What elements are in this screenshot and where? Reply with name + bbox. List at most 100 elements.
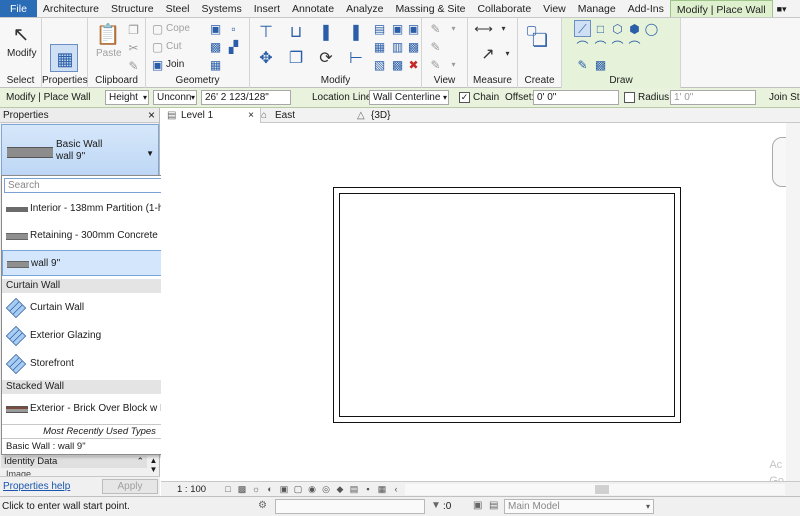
match-type-icon[interactable]: ✎ [126, 58, 141, 73]
radius-checkbox[interactable] [624, 92, 635, 103]
circle-icon[interactable]: ◯ [644, 21, 659, 36]
hide-dropdown-icon[interactable]: ▾ [446, 57, 461, 72]
aligned-dimension-icon[interactable]: ↗ [474, 40, 502, 68]
scale-icon[interactable]: ▥ [390, 39, 405, 54]
inscribed-polygon-icon[interactable]: ⬡ [610, 21, 625, 36]
join-geometry-button[interactable]: Join [166, 59, 184, 70]
center-ends-arc-icon[interactable]: ⌒ [593, 39, 608, 54]
apply-button[interactable]: Apply [102, 479, 158, 494]
tab-insert[interactable]: Insert [248, 0, 286, 17]
cope-icon[interactable]: ▢ [150, 21, 165, 36]
view-tab-east[interactable]: ⌂ East [255, 108, 345, 123]
copy-icon[interactable]: ❐ [126, 22, 141, 37]
tab-add-ins[interactable]: Add-Ins [622, 0, 670, 17]
sun-path-icon[interactable]: ☼ [251, 483, 261, 495]
collapse-icon[interactable]: ⌃ [136, 455, 144, 467]
properties-scroll-icon[interactable]: ▲ ▼ [148, 456, 159, 476]
wall-joins-icon[interactable]: ▣ [208, 21, 223, 36]
filter-icon[interactable]: ▼ [431, 500, 441, 511]
scroll-left-icon[interactable]: ‹ [391, 483, 401, 495]
mirror-axis-icon[interactable]: ❚ [312, 18, 340, 46]
view-scale[interactable]: 1 : 100 [177, 484, 206, 495]
type-item-exterior-glazing[interactable]: Exterior Glazing [2, 323, 186, 349]
array-icon[interactable]: ▦ [372, 39, 387, 54]
editable-only-icon[interactable]: ▣ [473, 500, 482, 511]
active-model-select[interactable]: Main Model ▾ [504, 499, 654, 514]
rotate-icon[interactable]: ⟳ [312, 44, 340, 72]
height-mode-select[interactable]: Height ▾ [105, 90, 149, 105]
override-dropdown-icon[interactable]: ▾ [446, 21, 461, 36]
close-icon[interactable]: × [148, 108, 155, 122]
tab-collaborate[interactable]: Collaborate [471, 0, 537, 17]
tab-steel[interactable]: Steel [160, 0, 196, 17]
tab-modify-place-wall[interactable]: Modify | Place Wall [669, 0, 773, 17]
offset-icon[interactable]: ⊔ [282, 18, 310, 46]
mirror-draw-icon[interactable]: ❚ [342, 18, 370, 46]
scroll-thumb[interactable] [595, 485, 609, 494]
close-icon[interactable]: × [248, 108, 254, 123]
measure-between-icon[interactable]: ⟷ [474, 21, 493, 36]
join-geometry-icon[interactable]: ▣ [150, 57, 165, 72]
hide-in-view-icon[interactable]: ✎ [428, 57, 443, 72]
analytical-model-icon[interactable]: ◆ [335, 483, 345, 495]
linework-icon[interactable]: ✎ [428, 39, 443, 54]
beam-joins-icon[interactable]: ▦ [208, 57, 223, 72]
tab-architecture[interactable]: Architecture [37, 0, 105, 17]
identity-data-section[interactable]: Identity Data ⌃ [1, 456, 147, 468]
type-selector[interactable]: Basic Wall wall 9" ▼ [1, 124, 159, 180]
start-end-arc-icon[interactable]: ⌒ [575, 39, 590, 54]
ribbon-options-dropdown-icon[interactable]: ■▾ [773, 0, 791, 17]
rectangle-icon[interactable]: □ [593, 21, 608, 36]
cope-button[interactable]: Cope [166, 23, 190, 34]
visual-style-icon[interactable]: ▩ [237, 483, 247, 495]
create-similar-icon[interactable]: ▢ [524, 22, 539, 37]
canvas-vertical-scrollbar[interactable] [786, 123, 800, 481]
offset-input[interactable]: 0' 0" [533, 90, 619, 105]
tab-view[interactable]: View [537, 0, 572, 17]
canvas-horizontal-scrollbar[interactable] [405, 484, 785, 495]
paint-icon[interactable]: ▩ [208, 39, 223, 54]
tab-analyze[interactable]: Analyze [340, 0, 389, 17]
type-item-wall-9[interactable]: wall 9" [2, 250, 186, 276]
view-tab-3d[interactable]: △ {3D} [351, 108, 431, 123]
highlight-displacement-icon[interactable]: ▤ [349, 483, 359, 495]
wall-outer-line[interactable] [333, 187, 681, 423]
demolish-icon[interactable]: ▞ [226, 39, 241, 54]
type-item-exterior-brick[interactable]: Exterior - Brick Over Block w Metal Stud [2, 396, 197, 422]
type-item-storefront[interactable]: Storefront [2, 351, 186, 377]
dimension-dropdown-icon[interactable]: ▾ [500, 46, 515, 61]
cut-icon[interactable]: ✂ [126, 40, 141, 55]
location-line-select[interactable]: Wall Centerline ▾ [369, 90, 449, 105]
properties-help-link[interactable]: Properties help [3, 481, 70, 492]
paste-icon[interactable]: 📋 [94, 20, 122, 48]
crop-view-icon[interactable]: ▣ [279, 483, 289, 495]
type-item-retaining-concrete[interactable]: Retaining - 300mm Concrete [2, 223, 186, 249]
move-icon[interactable]: ✥ [252, 44, 280, 72]
tab-systems[interactable]: Systems [196, 0, 248, 17]
unpin-icon[interactable]: ▣ [406, 21, 421, 36]
shadows-icon[interactable]: ◐ [265, 483, 275, 495]
trim-single-icon[interactable]: ▩ [406, 39, 421, 54]
chain-checkbox[interactable]: ✓ [459, 92, 470, 103]
fillet-arc-icon[interactable]: ⌒ [627, 39, 642, 54]
wall-inner-line[interactable] [339, 193, 675, 417]
paste-button[interactable]: Paste [96, 48, 122, 59]
chevron-down-icon[interactable]: ▼ [146, 149, 154, 158]
trim-multiple-icon[interactable]: ▧ [372, 57, 387, 72]
circumscribed-polygon-icon[interactable]: ⬢ [627, 21, 642, 36]
tab-massing-site[interactable]: Massing & Site [389, 0, 471, 17]
tangent-arc-icon[interactable]: ⌒ [610, 39, 625, 54]
drawing-canvas[interactable]: Ac Go [161, 123, 792, 487]
modify-button[interactable]: Modify [7, 48, 36, 59]
split-face-icon[interactable]: ▫ [226, 21, 241, 36]
height-value-input[interactable]: 26' 2 123/128" [201, 90, 291, 105]
cut-geometry-button[interactable]: Cut [166, 41, 182, 52]
reveal-hidden-icon[interactable]: ◎ [321, 483, 331, 495]
detail-level-icon[interactable]: □ [223, 483, 233, 495]
show-crop-icon[interactable]: ▢ [293, 483, 303, 495]
temporary-hide-icon[interactable]: ◉ [307, 483, 317, 495]
view-tab-level-1[interactable]: ▤ Level 1 × [161, 108, 261, 123]
tab-file[interactable]: File [0, 0, 37, 17]
split-element-icon[interactable]: ▤ [372, 21, 387, 36]
override-graphics-icon[interactable]: ✎ [428, 21, 443, 36]
